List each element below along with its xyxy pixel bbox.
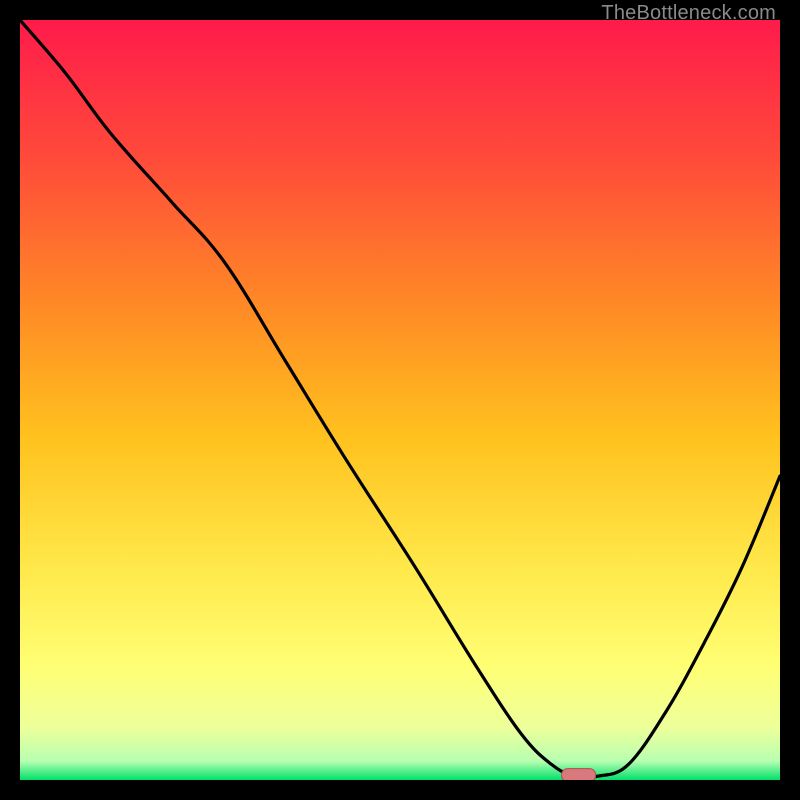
- gradient-background: [20, 20, 780, 780]
- chart-frame: [20, 20, 780, 780]
- bottleneck-chart: [20, 20, 780, 780]
- optimal-marker: [562, 769, 596, 780]
- watermark-text: TheBottleneck.com: [601, 2, 776, 25]
